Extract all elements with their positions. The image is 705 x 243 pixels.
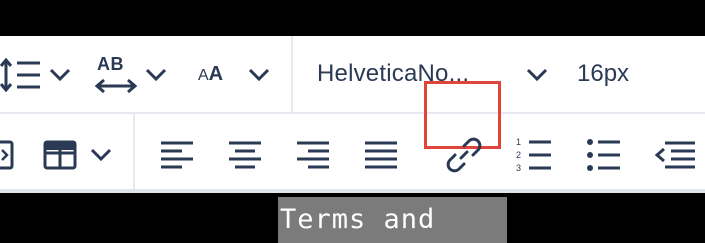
text-transform-label[interactable]: AB: [97, 54, 124, 75]
font-size-chevron-down-icon[interactable]: [248, 68, 270, 82]
align-left-icon[interactable]: [160, 140, 194, 170]
text-transform-chevron-down-icon[interactable]: [145, 68, 167, 82]
toolbar-separator: [291, 36, 293, 112]
font-size-big-label: A: [208, 63, 224, 85]
align-justify-icon[interactable]: [364, 140, 398, 170]
outdent-icon[interactable]: [655, 140, 695, 172]
toolbar-row-divider: [0, 112, 705, 114]
document-text-selection[interactable]: Terms and: [278, 197, 507, 243]
toolbar-separator: [133, 114, 135, 189]
image-icon[interactable]: [0, 140, 14, 170]
link-icon[interactable]: [445, 136, 483, 174]
table-chevron-down-icon[interactable]: [90, 148, 112, 162]
editor-toolbar: AB AA HelveticaNo... 16px 1 2 3: [0, 36, 705, 193]
editor-screenshot: AB AA HelveticaNo... 16px 1 2 3 Terms an…: [0, 0, 705, 243]
line-height-chevron-down-icon[interactable]: [49, 68, 71, 82]
svg-text:1: 1: [516, 137, 521, 147]
font-size-value[interactable]: 16px: [577, 60, 629, 88]
svg-text:2: 2: [516, 150, 521, 160]
svg-text:3: 3: [516, 163, 521, 173]
toolbar-bottom-border: [0, 189, 705, 193]
font-size-small-label: A: [198, 67, 209, 84]
bullet-list-icon[interactable]: [586, 136, 622, 174]
font-size-toggle[interactable]: AA: [198, 63, 223, 86]
align-right-icon[interactable]: [296, 140, 330, 170]
line-height-icon[interactable]: [0, 58, 42, 92]
table-icon[interactable]: [43, 140, 77, 170]
font-family-chevron-down-icon[interactable]: [526, 68, 548, 82]
double-arrow-icon: [95, 78, 137, 94]
align-center-icon[interactable]: [228, 140, 262, 170]
numbered-list-icon[interactable]: 1 2 3: [515, 136, 553, 174]
